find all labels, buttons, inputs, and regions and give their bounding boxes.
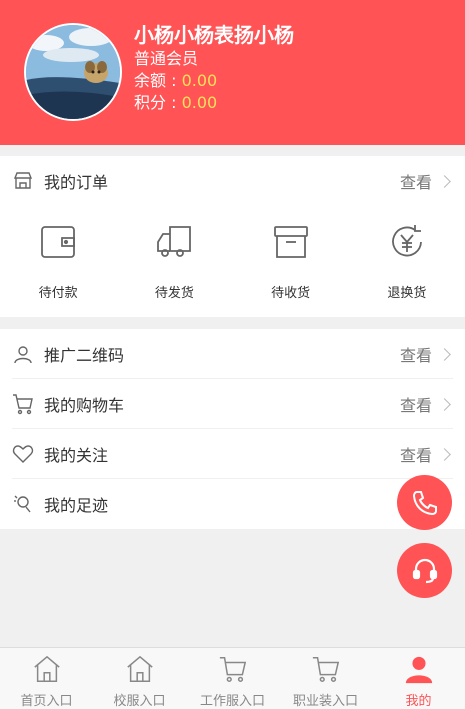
tab-label: 我的 [405, 694, 432, 709]
tab-label: 首页入口 [20, 694, 73, 709]
balance-label: 余额 : [134, 71, 182, 90]
order-status-list: 待付款 待发货 待收货 退换货 [0, 222, 465, 306]
order-status-label: 待收货 [271, 286, 311, 301]
menu-view-label: 查看 [399, 396, 432, 415]
home-icon [126, 655, 153, 682]
call-button[interactable] [397, 475, 452, 530]
chevron-right-icon [438, 447, 451, 461]
menu-item-footprints[interactable]: 我的足迹 [12, 479, 453, 529]
menu-item-cart[interactable]: 我的购物车 查看 [12, 379, 453, 429]
tab-workwear[interactable]: 工作服入口 [186, 648, 279, 709]
orders-section: 我的订单 查看 待付款 待发货 待收货 退换货 [0, 156, 465, 317]
order-status-label: 退换货 [387, 286, 427, 301]
menu-view-link[interactable]: 查看 [399, 379, 451, 429]
phone-icon [412, 490, 437, 515]
tab-professional-wear[interactable]: 职业装入口 [279, 648, 372, 709]
tab-label: 校服入口 [113, 694, 166, 709]
user-info: 小杨小杨表扬小杨 普通会员 余额 : 0.00 积分 : 0.00 [134, 22, 294, 114]
box-icon [273, 226, 308, 258]
menu-view-link[interactable]: 查看 [399, 429, 451, 479]
customer-service-button[interactable] [397, 543, 452, 598]
person-icon [405, 656, 432, 684]
home-icon [33, 655, 60, 682]
store-icon [12, 170, 34, 192]
menu-item-qrcode[interactable]: 推广二维码 查看 [12, 329, 453, 379]
order-status-pending-payment[interactable]: 待付款 [0, 222, 116, 306]
tab-label: 职业装入口 [292, 694, 358, 709]
menu-view-link[interactable]: 查看 [399, 329, 451, 379]
avatar[interactable] [24, 23, 122, 121]
order-status-pending-receipt[interactable]: 待收货 [233, 222, 349, 306]
headset-icon [412, 558, 437, 583]
balance-value: 0.00 [181, 71, 218, 90]
order-status-label: 待发货 [154, 286, 194, 301]
orders-title: 我的订单 [44, 173, 109, 192]
menu-item-label: 我的关注 [44, 445, 109, 465]
cart-icon [312, 657, 339, 682]
tab-home[interactable]: 首页入口 [0, 648, 93, 709]
cart-icon [12, 393, 34, 415]
points-line: 积分 : 0.00 [134, 92, 294, 114]
chevron-right-icon [438, 174, 451, 188]
menu-view-label: 查看 [399, 446, 432, 465]
tab-mine[interactable]: 我的 [372, 648, 465, 709]
user-icon [12, 343, 34, 365]
menu-item-label: 我的足迹 [44, 496, 109, 515]
menu-view-label: 查看 [399, 346, 432, 365]
menu-item-label: 推广二维码 [44, 345, 125, 365]
profile-header: 小杨小杨表扬小杨 普通会员 余额 : 0.00 积分 : 0.00 [0, 0, 465, 145]
tab-label: 工作服入口 [199, 694, 265, 709]
points-label: 积分 : [134, 93, 182, 112]
wallet-icon [41, 226, 76, 258]
orders-row[interactable]: 我的订单 查看 [12, 156, 453, 206]
balance-line: 余额 : 0.00 [134, 70, 294, 92]
order-status-pending-shipment[interactable]: 待发货 [116, 222, 232, 306]
chevron-right-icon [438, 397, 451, 411]
orders-view-label: 查看 [399, 173, 432, 192]
refund-icon [391, 225, 422, 257]
user-name: 小杨小杨表扬小杨 [134, 23, 294, 47]
truck-icon [157, 226, 192, 257]
footprint-icon [12, 493, 34, 515]
menu-list: 推广二维码 查看 我的购物车 查看 我的关注 查看 我的足迹 [0, 329, 465, 529]
heart-icon [12, 443, 34, 465]
order-status-returns[interactable]: 退换货 [349, 222, 465, 306]
tab-school-uniform[interactable]: 校服入口 [93, 648, 186, 709]
menu-item-label: 我的购物车 [44, 395, 125, 415]
points-value: 0.00 [181, 93, 218, 112]
cart-icon [219, 657, 246, 682]
chevron-right-icon [438, 347, 451, 361]
order-status-label: 待付款 [38, 286, 78, 301]
menu-item-follows[interactable]: 我的关注 查看 [12, 429, 453, 479]
member-level: 普通会员 [134, 49, 199, 68]
bottom-tabbar: 首页入口 校服入口 工作服入口 职业装入口 我的 [0, 647, 465, 709]
orders-view-link[interactable]: 查看 [399, 156, 451, 206]
